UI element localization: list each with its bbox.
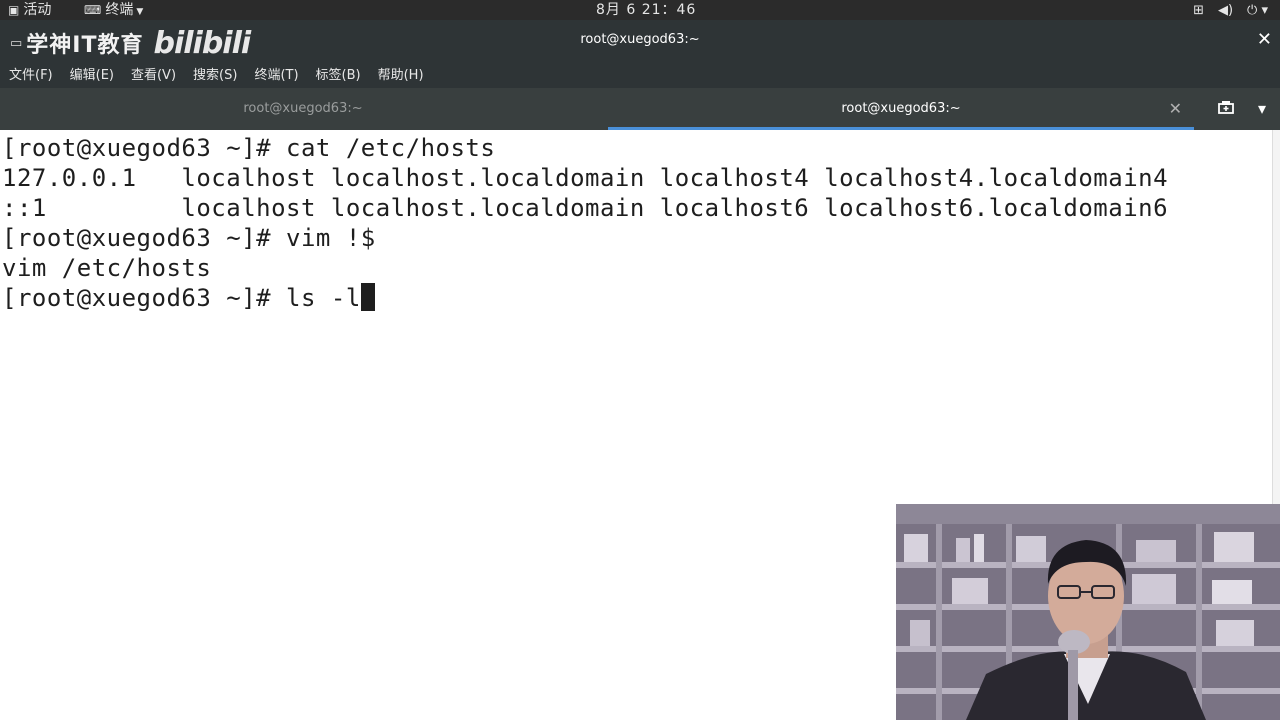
chevron-down-icon: ▾ [1258, 99, 1267, 118]
gnome-top-bar: ▣ 活动 ⌨ 终端 ▼ 8月 6 21：46 ⊞ ◀) ⏻ ▾ [0, 0, 1280, 20]
menu-tabs[interactable]: 标签(B) [316, 64, 361, 88]
tab-label: root@xuegod63:~ [243, 101, 363, 116]
webcam-frame [896, 504, 1280, 720]
app-menu-label: 终端 [105, 2, 134, 18]
tab-inactive[interactable]: root@xuegod63:~ [0, 88, 606, 130]
app-menu-button[interactable]: ⌨ 终端 ▼ [84, 0, 143, 20]
activities-button[interactable]: ▣ 活动 [8, 0, 51, 20]
menu-search[interactable]: 搜索(S) [193, 64, 237, 88]
chevron-down-icon: ▼ [136, 7, 144, 17]
tab-menu-button[interactable]: ▾ [1258, 88, 1278, 130]
terminal-line: vim /etc/hosts [2, 254, 212, 282]
text-cursor [360, 283, 375, 311]
new-tab-button[interactable] [1206, 88, 1246, 130]
menu-bar: 文件(F) 编辑(E) 查看(V) 搜索(S) 终端(T) 标签(B) 帮助(H… [0, 64, 1280, 88]
menu-edit[interactable]: 编辑(E) [70, 64, 114, 88]
tab-active[interactable]: root@xuegod63:~ ✕ [608, 88, 1194, 130]
terminal-line: ::1 localhost localhost.localdomain loca… [2, 194, 1169, 222]
tab-bar: root@xuegod63:~ root@xuegod63:~ ✕ ▾ [0, 88, 1280, 130]
terminal-line: [root@xuegod63 ~]# cat /etc/hosts [2, 134, 496, 162]
terminal-prompt-line[interactable]: [root@xuegod63 ~]# ls -l [0, 283, 1272, 313]
menu-file[interactable]: 文件(F) [9, 64, 53, 88]
system-tray[interactable]: ⊞ ◀) ⏻ ▾ [1179, 0, 1268, 20]
terminal-app-icon: ⌨ [84, 3, 102, 17]
volume-icon[interactable]: ◀) [1218, 3, 1233, 18]
new-tab-icon [1218, 101, 1234, 114]
terminal-line: 127.0.0.1 localhost localhost.localdomai… [2, 164, 1169, 192]
terminal-current-input: [root@xuegod63 ~]# ls -l [2, 284, 361, 312]
terminal-line: [root@xuegod63 ~]# vim !$ [2, 224, 376, 252]
menu-view[interactable]: 查看(V) [131, 64, 176, 88]
tab-label: root@xuegod63:~ [841, 101, 961, 116]
activities-label: 活动 [23, 2, 52, 18]
close-window-button[interactable]: ✕ [1257, 29, 1272, 50]
presenter-webcam-video [896, 504, 1280, 720]
window-header: ▭ 学神IT教育 bilibili root@xuegod63:~ ✕ [0, 20, 1280, 64]
close-tab-icon[interactable]: ✕ [1169, 88, 1182, 130]
clock[interactable]: 8月 6 21：46 [596, 0, 696, 20]
network-icon[interactable]: ⊞ [1193, 3, 1204, 18]
window-title: root@xuegod63:~ [580, 32, 700, 47]
menu-terminal[interactable]: 终端(T) [254, 64, 298, 88]
menu-help[interactable]: 帮助(H) [378, 64, 424, 88]
terminal-small-icon: ▣ [8, 3, 20, 17]
power-icon[interactable]: ⏻ ▾ [1247, 3, 1268, 18]
